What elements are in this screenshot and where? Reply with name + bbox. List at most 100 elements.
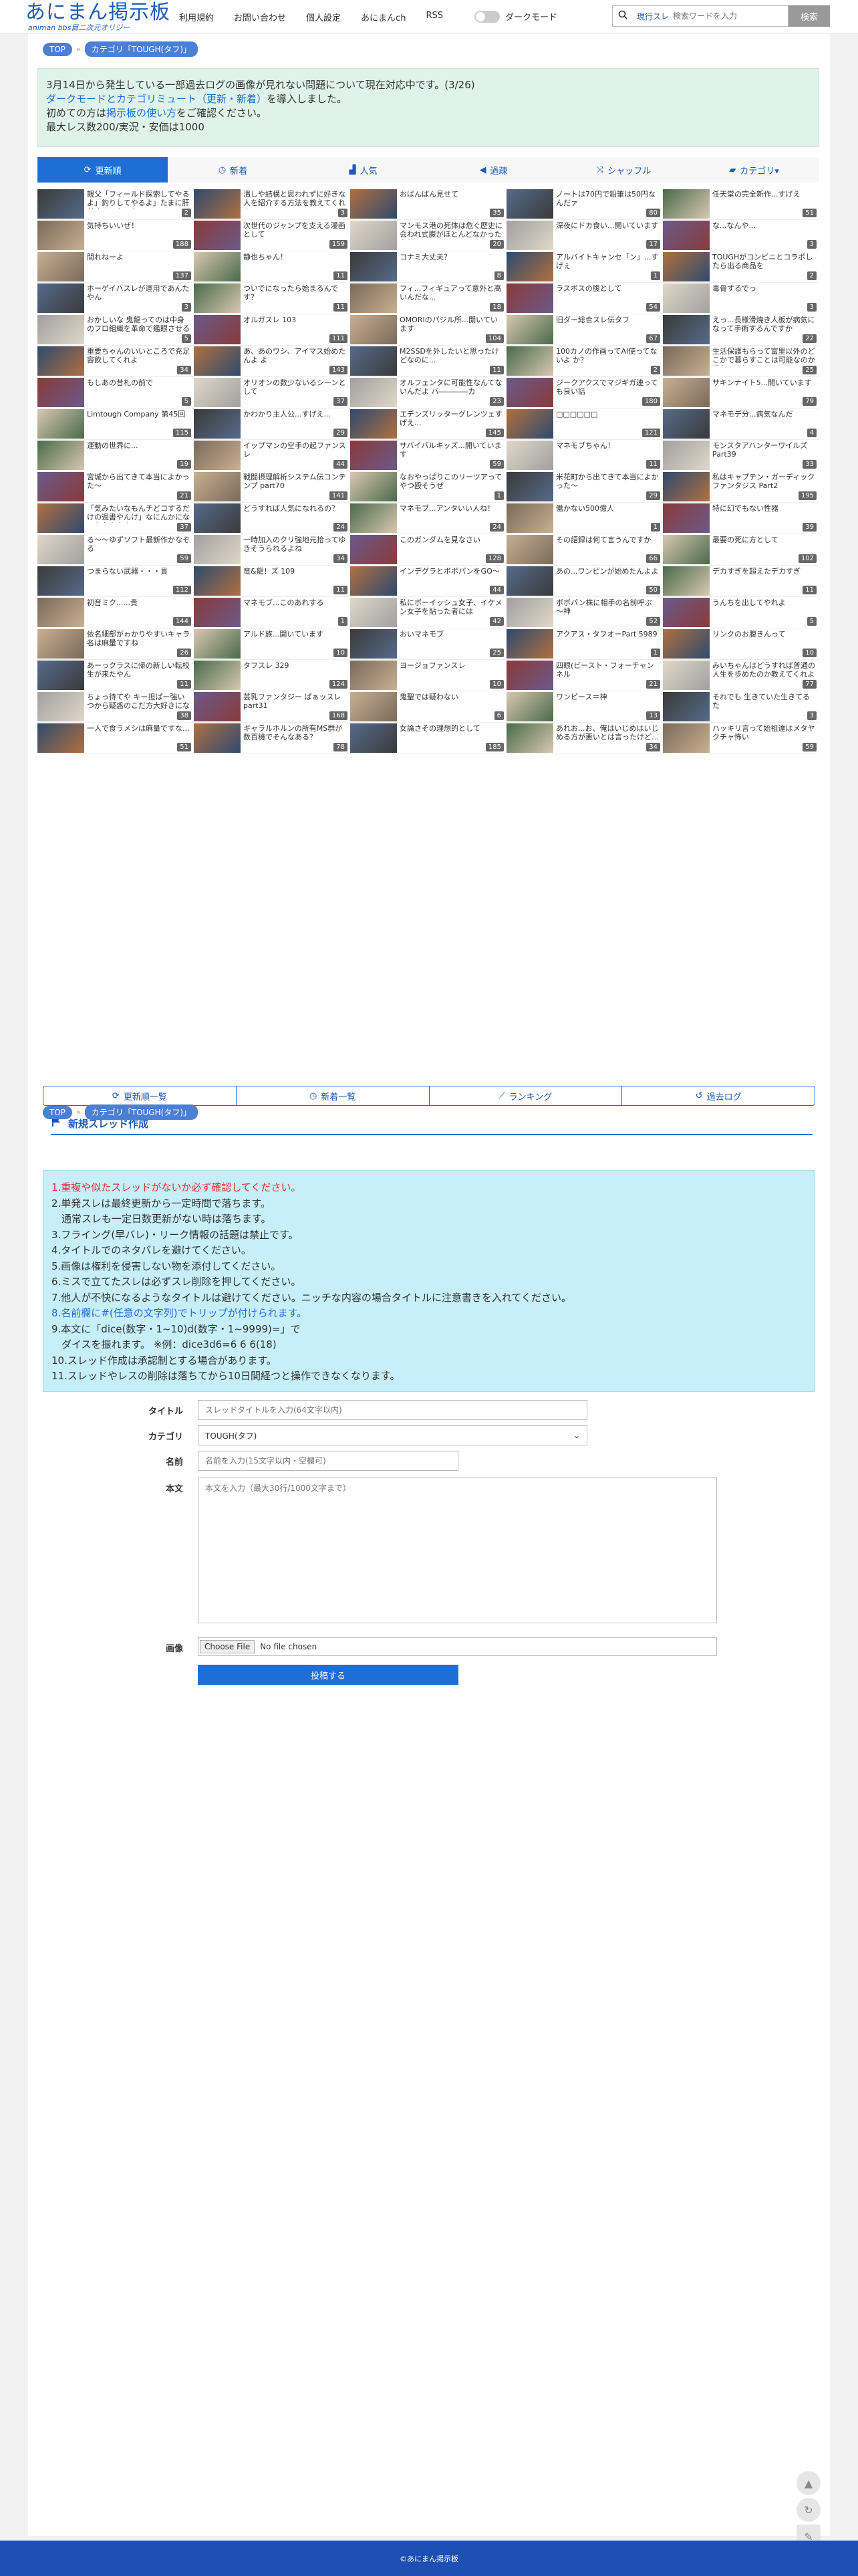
thread-title[interactable]: 一人で食うメシは麻量ですな... (87, 724, 190, 743)
thread-thumbnail[interactable] (37, 598, 84, 627)
dark-mode-switch[interactable] (474, 10, 500, 23)
thread-thumbnail[interactable] (350, 503, 397, 533)
name-input[interactable] (198, 1451, 458, 1471)
thread-thumbnail[interactable] (350, 378, 397, 407)
thread-thumbnail[interactable] (663, 472, 710, 501)
thread-item[interactable]: おかしいな 鬼龍ってのは中身のフロ組織を革命で鑑眼させるんだ？5 (37, 314, 194, 346)
thread-item[interactable]: ジークアクスでマジギガ連っても良い話 180 (507, 377, 663, 408)
thread-thumbnail[interactable] (37, 189, 84, 219)
thread-item[interactable]: インデグラとボボパンをGO～ 44 (350, 566, 507, 597)
thread-title[interactable]: フィ...フィギュアって意外と高いんだな... (400, 284, 503, 303)
tab-popular[interactable]: ▟ 人気 (298, 157, 428, 183)
thread-item[interactable]: サキンナイト5...開いています 79 (663, 377, 819, 408)
thread-thumbnail[interactable] (194, 692, 241, 721)
thread-item[interactable]: デカすぎを超えたデカすぎ 11 (663, 566, 819, 597)
thread-thumbnail[interactable] (37, 629, 84, 659)
thread-item[interactable]: 100カノの作画ってAI使ってないよ か？ 2 (507, 346, 663, 377)
thread-item[interactable]: あの...ワンピンが始めたんよよ 50 (507, 566, 663, 597)
thread-title[interactable]: ギャラルホルンの所有MS群が数百機でそんなある？ (243, 724, 346, 743)
nav-contact[interactable]: お問い合わせ (234, 11, 286, 23)
thread-item[interactable]: どうすれば人気になれるの？ 24 (194, 503, 350, 534)
thread-thumbnail[interactable] (507, 692, 553, 721)
thread-title[interactable]: 私にボーイッシュ女子、イケメン女子を貼った者には (400, 598, 503, 617)
thread-title[interactable]: 一時加入のクリ強地元拾ってゆきそうられるよね (243, 536, 346, 554)
thread-title[interactable]: 竜&龍！ズ 109 (243, 567, 346, 586)
thread-item[interactable]: OMORIのパジル所...開いています 104 (350, 314, 507, 346)
thread-item[interactable]: なおやっぱりこのリーツアってやつ殴そうぜ 1 (350, 471, 507, 503)
thread-thumbnail[interactable] (350, 723, 397, 753)
thread-item[interactable]: マネモブ...アンタいい人ね！ 24 (350, 503, 507, 534)
thread-thumbnail[interactable] (194, 598, 241, 627)
thread-title[interactable]: 旧ダー総合スレ伝タフ (556, 316, 659, 334)
search-button[interactable]: 検索 (789, 5, 830, 27)
thread-thumbnail[interactable] (507, 378, 553, 407)
thread-item[interactable]: つまらない武器・・・貴 112 (37, 566, 194, 597)
thread-thumbnail[interactable] (663, 252, 710, 281)
thread-title[interactable]: ホーゲイハスレが運用であんたやん (87, 284, 190, 303)
thread-thumbnail[interactable] (507, 535, 553, 564)
thread-title[interactable]: 「気みたいなもんチどコするだけの週書やんけ」なにんかになったもんやん (87, 504, 190, 523)
thread-title[interactable]: イップマンの空手の起ファンスレ (243, 441, 346, 460)
thread-thumbnail[interactable] (37, 409, 84, 439)
thread-item[interactable]: 気持ちいいぜ！ 188 (37, 220, 194, 251)
thread-item[interactable]: 一人で食うメシは麻量ですな... 51 (37, 723, 194, 754)
thread-thumbnail[interactable] (350, 283, 397, 313)
thread-item[interactable]: 最要の死に方として 102 (663, 534, 819, 566)
link-updated-list[interactable]: ⟳ 更新順一覧 (43, 1086, 237, 1105)
nav-terms[interactable]: 利用規約 (179, 11, 214, 23)
thread-item[interactable]: 米花町から出てきて本当によかった～ 29 (507, 471, 663, 503)
thread-title[interactable]: オルフェンタに可能性なんてないんだよ バ――――カ (400, 378, 503, 397)
thread-title[interactable]: 100カノの作画ってAI使ってないよ か？ (556, 347, 659, 366)
thread-title[interactable]: 働かない500億人 (556, 504, 659, 523)
thread-thumbnail[interactable] (507, 283, 553, 313)
thread-item[interactable]: 重要ちゃんのいいところで充足容飲してくれよ 34 (37, 346, 194, 377)
thread-item[interactable]: えっ...長様滑焼き人板が病気になって手術するんですか 22 (663, 314, 819, 346)
thread-thumbnail[interactable] (37, 503, 84, 533)
thread-item[interactable]: このガンダムを見なさい 128 (350, 534, 507, 566)
thread-thumbnail[interactable] (663, 221, 710, 250)
thread-title[interactable]: □□□□□□ (556, 410, 659, 429)
thread-thumbnail[interactable] (37, 661, 84, 690)
thread-thumbnail[interactable] (350, 441, 397, 470)
thread-thumbnail[interactable] (350, 346, 397, 376)
thread-title[interactable]: 四眼(ビースト・フォーチャンネル (556, 661, 659, 680)
thread-title[interactable]: 私はキャプテン・ガーディックファンタジス Part2 (712, 473, 815, 491)
thread-title[interactable]: マネモブ...アンタいい人ね！ (400, 504, 503, 523)
thread-thumbnail[interactable] (663, 661, 710, 690)
thread-item[interactable]: 働かない500億人 1 (507, 503, 663, 534)
thread-thumbnail[interactable] (507, 346, 553, 376)
thread-title[interactable]: コナミ大丈夫？ (400, 253, 503, 271)
thread-thumbnail[interactable] (37, 378, 84, 407)
thread-item[interactable]: 次世代のジャンプを支える漫画として 159 (194, 220, 350, 251)
thread-thumbnail[interactable] (663, 441, 710, 470)
thread-title[interactable]: ジークアクスでマジギガ連っても良い話 (556, 378, 659, 397)
thread-thumbnail[interactable] (194, 221, 241, 250)
thread-item[interactable]: もしあの昔札の前で 5 (37, 377, 194, 408)
thread-title[interactable]: 女論さその理想的として (400, 724, 503, 743)
thread-title[interactable]: る～～ゆずソフト最新作かなぞる (87, 536, 190, 554)
thread-item[interactable]: モンスタアハンターワイルズ Part39 33 (663, 440, 819, 471)
thread-thumbnail[interactable] (663, 378, 710, 407)
thread-item[interactable]: 生活保護もらって富里以外のどこかで暮らすことは可能なのか教えてくれよ25 (663, 346, 819, 377)
thread-thumbnail[interactable] (663, 409, 710, 439)
site-logo[interactable]: あにまん掲示板 animan bbs目二次元オリジー (25, 1, 170, 32)
thread-thumbnail[interactable] (194, 472, 241, 501)
thread-title[interactable]: Limtough Company 第45回 (87, 410, 190, 429)
thread-title[interactable]: 任天堂の完全新作...すげえ (712, 190, 815, 209)
thread-item[interactable]: リンクのお腹きんって 10 (663, 628, 819, 660)
thread-thumbnail[interactable] (507, 723, 553, 753)
thread-thumbnail[interactable] (37, 692, 84, 721)
thread-title[interactable]: 深夜にドカ食い...開いています (556, 221, 659, 240)
thread-item[interactable]: 私はキャプテン・ガーディックファンタジス Part2 195 (663, 471, 819, 503)
thread-title[interactable]: デカすぎを超えたデカすぎ (712, 567, 815, 586)
thread-item[interactable]: アルバイトキャンセ「ン」...すげぇ 1 (507, 251, 663, 283)
link-archive[interactable]: ↺ 過去ログ (622, 1086, 815, 1105)
thread-thumbnail[interactable] (507, 661, 553, 690)
thread-thumbnail[interactable] (37, 566, 84, 596)
thread-title[interactable]: うんちを出してやれよ (712, 598, 815, 617)
thread-item[interactable]: TOUGHがコンビニとコラボしたら出る商品を 2 (663, 251, 819, 283)
thread-title[interactable]: 重要ちゃんのいいところで充足容飲してくれよ (87, 347, 190, 366)
thread-item[interactable]: オリオンの数少ないるシーンとして 37 (194, 377, 350, 408)
thread-thumbnail[interactable] (194, 723, 241, 753)
notice-guide-link[interactable]: 掲示板の使い方 (106, 107, 176, 119)
